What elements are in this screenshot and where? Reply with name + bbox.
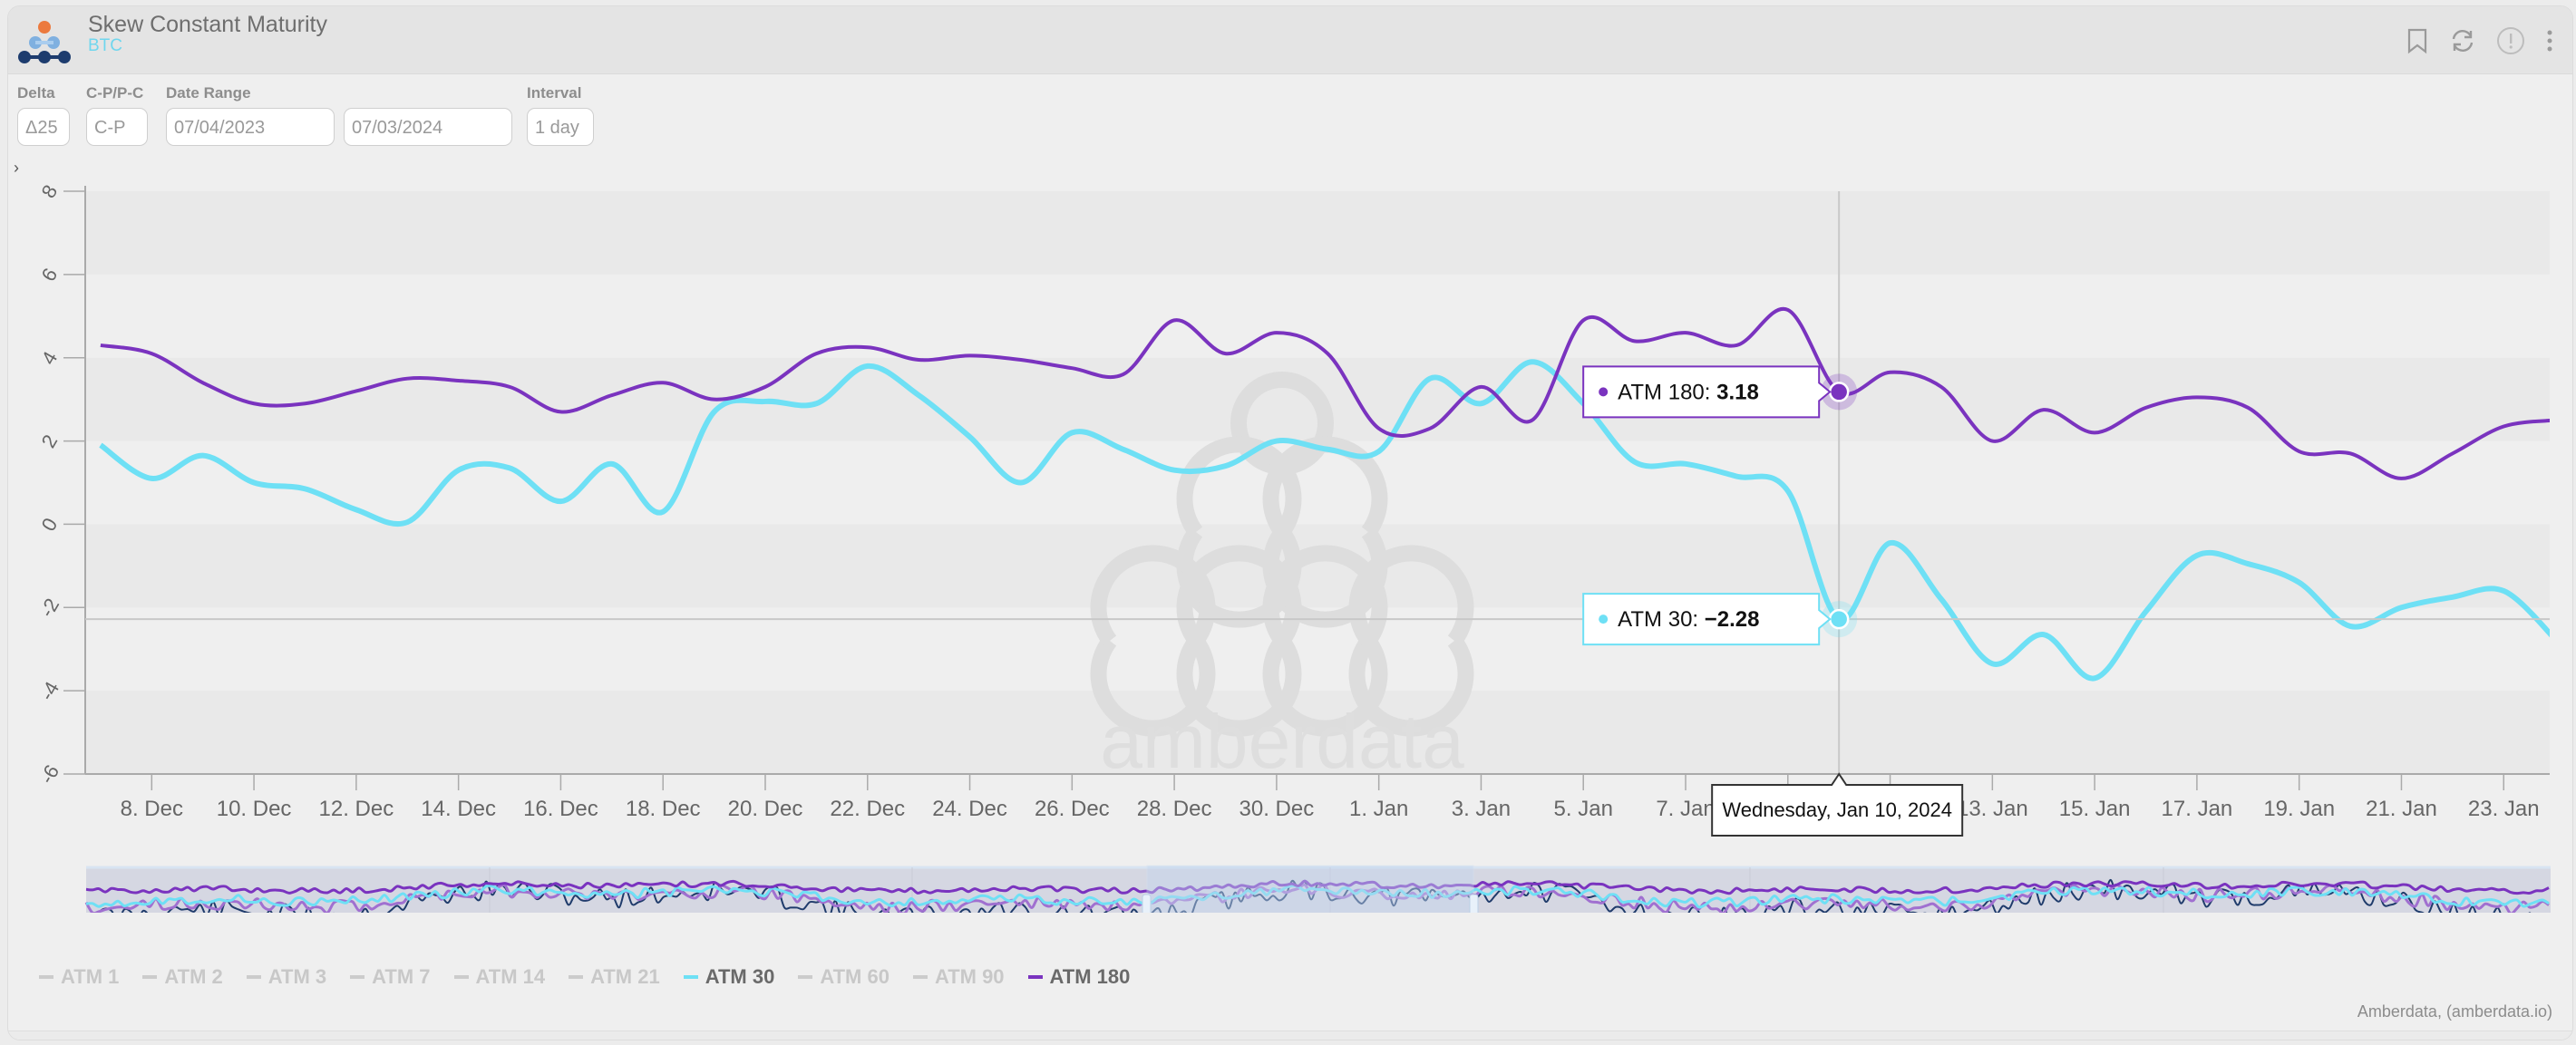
y-tick-label: -4 (35, 678, 63, 704)
x-tick-label: 3. Jan (1452, 797, 1511, 821)
legend-item-atm-1[interactable]: ATM 1 (39, 965, 119, 989)
grid-bands (85, 191, 2550, 774)
x-tick-label: 8. Dec (121, 797, 183, 821)
x-tick-label: 24. Dec (932, 797, 1007, 821)
legend-swatch-icon (350, 975, 365, 979)
legend-label: ATM 1 (61, 965, 120, 988)
legend-swatch-icon (1027, 975, 1043, 979)
x-tick-label: 13. Jan (1957, 797, 2028, 821)
legend-item-atm-3[interactable]: ATM 3 (246, 965, 327, 989)
legend-swatch-icon (798, 975, 813, 979)
tooltip-atm180-label: ATM 180: (1618, 380, 1716, 404)
hover-marker-atm180 (1828, 382, 1850, 402)
legend-label: ATM 7 (372, 965, 431, 988)
legend-swatch-icon (142, 975, 158, 979)
tooltip-atm180-value: 3.18 (1716, 380, 1759, 404)
legend-swatch-icon (453, 975, 469, 979)
legend-item-atm-30[interactable]: ATM 30 (683, 965, 775, 989)
x-tick-label: 23. Jan (2468, 797, 2540, 821)
x-tick-label: 21. Jan (2366, 797, 2437, 821)
navigator-selection-window[interactable] (1146, 865, 1474, 913)
legend-swatch-icon (683, 975, 698, 979)
credit-link[interactable]: Amberdata, (amberdata.io) (2357, 1002, 2552, 1021)
tooltip-atm30-value: −2.28 (1705, 607, 1760, 632)
legend-label: ATM 180 (1049, 965, 1131, 988)
x-tick-label: 22. Dec (830, 797, 905, 821)
legend-item-atm-90[interactable]: ATM 90 (912, 965, 1005, 989)
legend: ATM 1 ATM 2 ATM 3 ATM 7 ATM 14 ATM 21 ATM 30 AT… (39, 965, 1153, 989)
tooltip-atm180: ATM 180: 3.18 (1582, 365, 1832, 419)
x-tick-label: 17. Jan (2162, 797, 2233, 821)
legend-item-atm-14[interactable]: ATM 14 (453, 965, 546, 989)
x-tick-label: 15. Jan (2059, 797, 2131, 821)
grid-band (85, 191, 2550, 275)
tooltip-atm180-text: ATM 180: 3.18 (1618, 380, 1759, 404)
x-tick-label: 12. Dec (319, 797, 394, 821)
tooltip-atm30-text: ATM 30: −2.28 (1618, 607, 1759, 632)
legend-label: ATM 30 (705, 965, 775, 988)
x-tick-label: 30. Dec (1239, 797, 1315, 821)
atm180-dot-icon (1599, 387, 1609, 397)
tooltip-date: Wednesday, Jan 10, 2024 (1711, 772, 1964, 837)
legend-item-atm-60[interactable]: ATM 60 (798, 965, 889, 989)
y-tick-label: -6 (35, 761, 63, 788)
navigator-left-handle[interactable] (1142, 894, 1152, 913)
x-tick-label: 28. Dec (1137, 797, 1212, 821)
y-tick-label: 2 (37, 431, 63, 451)
legend-item-atm-2[interactable]: ATM 2 (142, 965, 223, 989)
x-tick-label: 1. Jan (1349, 797, 1408, 821)
x-tick-label: 19. Jan (2263, 797, 2335, 821)
y-tick-label: 8 (37, 181, 63, 202)
y-tick-label: 6 (37, 265, 63, 285)
tooltip-date-text: Wednesday, Jan 10, 2024 (1722, 798, 1952, 821)
hover-marker-atm30 (1828, 608, 1850, 630)
legend-swatch-icon (912, 975, 928, 979)
x-tick-label: 10. Dec (217, 797, 292, 821)
x-tick-label: 18. Dec (626, 797, 701, 821)
tooltip-atm30-label: ATM 30: (1618, 607, 1705, 632)
main-chart[interactable]: amberdata 8 6 4 2 0 -2 -4 -6 8. Dec 10. Dec 12. De… (8, 6, 2572, 913)
legend-item-atm-180[interactable]: ATM 180 (1027, 965, 1131, 989)
legend-swatch-icon (39, 975, 53, 979)
navigator[interactable]: Sep '23Nov '23Jan '24Mar '24May '24 (84, 865, 2551, 913)
legend-swatch-icon (246, 975, 261, 979)
atm30-dot-icon (1599, 614, 1609, 624)
legend-label: ATM 60 (820, 965, 889, 988)
x-tick-label: 5. Jan (1554, 797, 1613, 821)
y-tick-label: 0 (37, 514, 63, 535)
legend-label: ATM 21 (590, 965, 660, 988)
x-tick-label: 7. Jan (1656, 797, 1715, 821)
x-tick-label: 20. Dec (728, 797, 803, 821)
legend-label: ATM 14 (475, 965, 546, 988)
legend-item-atm-21[interactable]: ATM 21 (569, 965, 660, 989)
legend-swatch-icon (569, 975, 584, 979)
tooltip-atm30: ATM 30: −2.28 (1582, 593, 1832, 646)
x-tick-label: 16. Dec (523, 797, 598, 821)
watermark-text: amberdata (1100, 699, 1464, 784)
legend-label: ATM 3 (267, 965, 327, 988)
legend-label: ATM 2 (164, 965, 223, 988)
legend-label: ATM 90 (934, 965, 1005, 988)
y-tick-label: 4 (37, 347, 63, 368)
x-tick-label: 14. Dec (421, 797, 496, 821)
chart-panel: Skew Constant Maturity BTC Delta Δ25 C-P… (7, 5, 2573, 1040)
navigator-right-handle[interactable] (1469, 894, 1479, 913)
legend-item-atm-7[interactable]: ATM 7 (350, 965, 431, 989)
footer-bar (8, 1030, 2572, 1040)
x-tick-label: 26. Dec (1035, 797, 1110, 821)
y-tick-label: -2 (35, 595, 63, 621)
